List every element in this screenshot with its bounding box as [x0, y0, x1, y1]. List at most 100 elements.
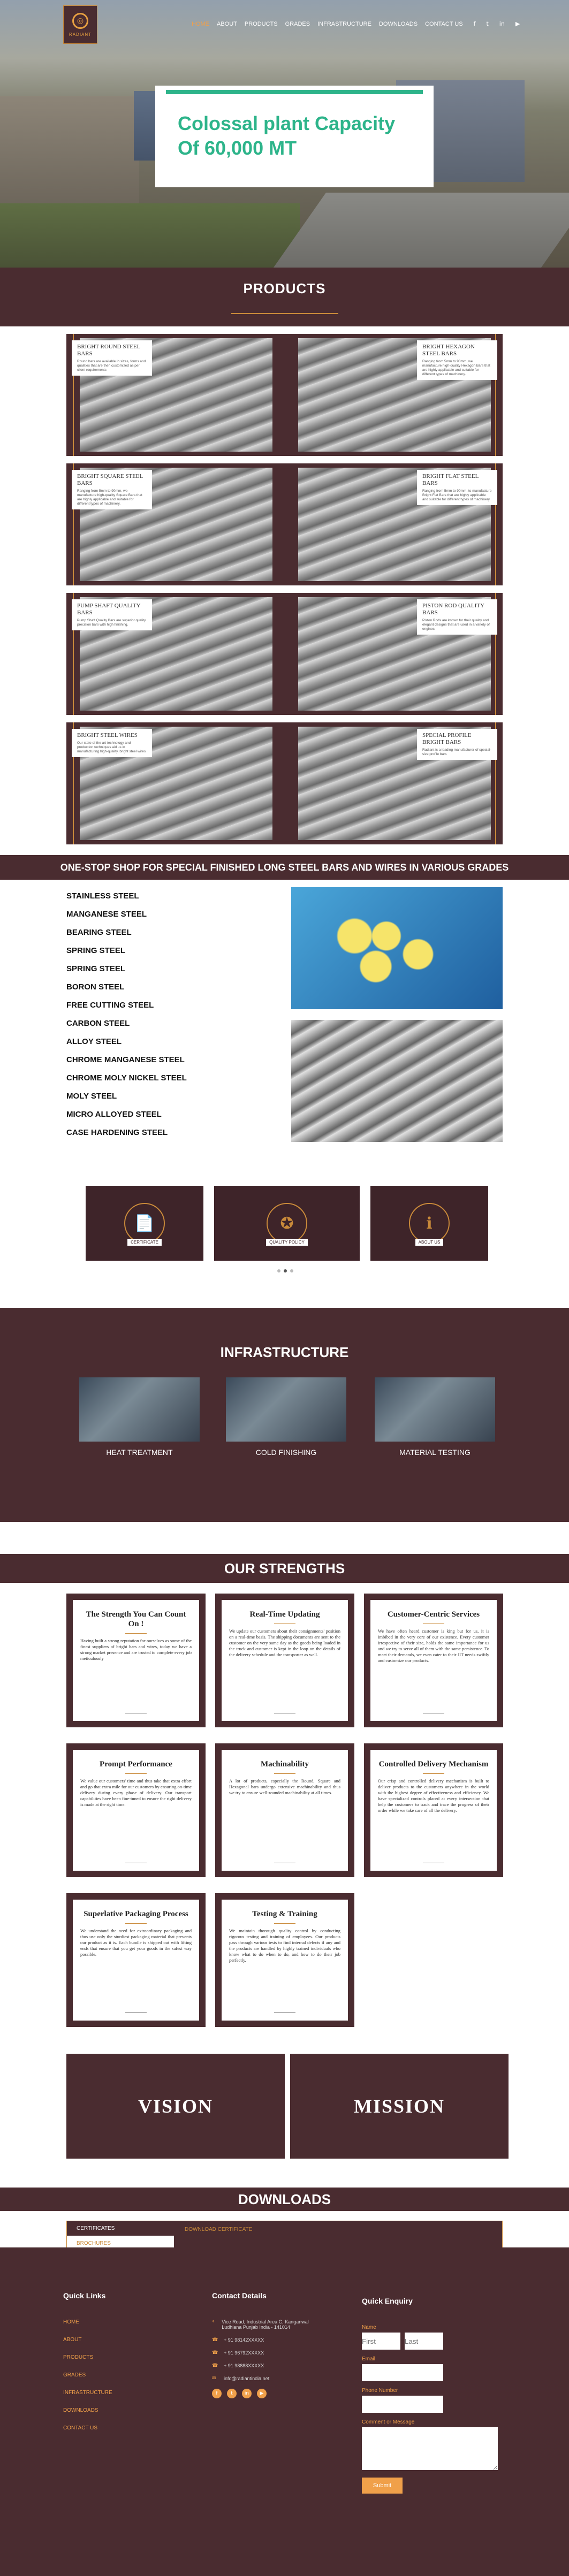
strength-card: Superlative Packaging Process We understa…	[66, 1893, 206, 2027]
product-desc: Ranging from 5mm to 90mm, to manufacture…	[422, 489, 492, 501]
footer-link-grades[interactable]: GRADES	[63, 2372, 112, 2378]
grade-item[interactable]: MICRO ALLOYED STEEL	[66, 1106, 187, 1124]
product-card[interactable]: BRIGHT SQUARE STEEL BARS Ranging from 5mm…	[66, 463, 285, 585]
nav-downloads[interactable]: DOWNLOADS	[379, 21, 418, 27]
email-input[interactable]	[362, 2364, 443, 2381]
grade-item[interactable]: MANGANESE STEEL	[66, 905, 187, 924]
twitter-icon[interactable]: t	[486, 20, 488, 27]
certificate-slide[interactable]: 📄 CERTIFICATE	[86, 1186, 203, 1261]
product-desc: Pump Shaft Quality Bars are superior qua…	[77, 619, 146, 627]
hero-ground	[0, 203, 300, 268]
footer-link-contact[interactable]: CONTACT US	[63, 2425, 112, 2431]
grade-item[interactable]: MOLY STEEL	[66, 1087, 187, 1106]
product-title: PUMP SHAFT QUALITY BARS	[77, 603, 141, 616]
vision-box[interactable]: VISION	[66, 2054, 285, 2159]
address-text: Vice Road, Industrial Area C, Kanganwal …	[222, 2319, 309, 2330]
download-certificate-link[interactable]: DOWNLOAD CERTIFICATE	[185, 2227, 252, 2232]
footer-socials: f t in ▶	[212, 2389, 330, 2398]
facebook-icon[interactable]: f	[212, 2389, 222, 2398]
onestop-title: ONE-STOP SHOP FOR SPECIAL FINISHED LONG …	[60, 862, 509, 873]
strength-text: Having built a strong reputation for our…	[80, 1638, 192, 1661]
grade-item[interactable]: CASE HARDENING STEEL	[66, 1124, 187, 1142]
submit-button[interactable]: Submit	[362, 2478, 403, 2494]
infrastructure-section: INFRASTRUCTURE HEAT TREATMENT COLD FINIS…	[0, 1308, 569, 1522]
footer-link-downloads[interactable]: DOWNLOADS	[63, 2407, 112, 2413]
site-logo[interactable]: ◎ RADIANT	[63, 5, 97, 44]
nav-infrastructure[interactable]: INFRASTRUCTURE	[317, 21, 371, 27]
main-nav: HOME ABOUT PRODUCTS GRADES INFRASTRUCTUR…	[192, 20, 520, 27]
strength-card: Real-Time Updating We update our customer…	[215, 1594, 354, 1727]
grade-item[interactable]: CHROME MANGANESE STEEL	[66, 1051, 187, 1069]
grade-item[interactable]: FREE CUTTING STEEL	[66, 996, 187, 1015]
contact-phone[interactable]: ☎ + 91 98142XXXXX	[212, 2337, 330, 2343]
slider-dot[interactable]	[284, 1269, 287, 1272]
comment-textarea[interactable]	[362, 2427, 498, 2470]
grade-item[interactable]: SPRING STEEL	[66, 960, 187, 978]
nav-contact[interactable]: CONTACT US	[425, 21, 463, 27]
youtube-icon[interactable]: ▶	[257, 2389, 267, 2398]
footer-link-products[interactable]: PRODUCTS	[63, 2354, 112, 2360]
strength-text: We maintain thorough quality control by …	[229, 1928, 340, 1963]
product-card[interactable]: BRIGHT HEXAGON STEEL BARS Ranging from 5m…	[284, 334, 503, 456]
grade-item[interactable]: BEARING STEEL	[66, 924, 187, 942]
grade-item[interactable]: SPRING STEEL	[66, 942, 187, 960]
infra-item[interactable]: COLD FINISHING	[226, 1377, 346, 1457]
hero-accent-bar	[166, 90, 423, 94]
phone-input[interactable]	[362, 2396, 443, 2413]
last-name-input[interactable]	[405, 2333, 443, 2350]
strength-divider	[274, 1923, 295, 1924]
slider-dot[interactable]	[290, 1269, 293, 1272]
email-icon: ✉	[212, 2376, 216, 2381]
grade-item[interactable]: STAINLESS STEEL	[66, 887, 187, 905]
infra-image	[375, 1377, 495, 1442]
footer-link-infrastructure[interactable]: INFRASTRUCTURE	[63, 2390, 112, 2396]
product-card[interactable]: BRIGHT STEEL WIRES Our state of the art t…	[66, 722, 285, 844]
strength-card: Machinability A lot of products, especial…	[215, 1743, 354, 1877]
grade-item[interactable]: CHROME MOLY NICKEL STEEL	[66, 1069, 187, 1087]
nav-products[interactable]: PRODUCTS	[245, 21, 278, 27]
products-title: PRODUCTS	[243, 280, 326, 296]
strength-divider	[274, 1773, 295, 1774]
vision-label: VISION	[138, 2095, 214, 2117]
infra-item[interactable]: HEAT TREATMENT	[79, 1377, 200, 1457]
facebook-icon[interactable]: f	[474, 20, 476, 27]
certificate-slide[interactable]: ✪ QUALITY POLICY	[214, 1186, 360, 1261]
grades-section: STAINLESS STEEL MANGANESE STEEL BEARING ST…	[0, 880, 569, 1169]
linkedin-icon[interactable]: in	[242, 2389, 252, 2398]
youtube-icon[interactable]: ▶	[515, 20, 520, 27]
nav-grades[interactable]: GRADES	[285, 21, 310, 27]
contact-phone[interactable]: ☎ + 91 98888XXXXX	[212, 2363, 330, 2368]
contact-phone[interactable]: ☎ + 91 96792XXXXX	[212, 2350, 330, 2356]
linkedin-icon[interactable]: in	[499, 20, 505, 27]
product-card[interactable]: BRIGHT ROUND STEEL BARS Round bars are av…	[66, 334, 285, 456]
product-desc: Our state of the art technology and prod…	[77, 741, 146, 753]
slider-dot[interactable]	[277, 1269, 280, 1272]
grade-item[interactable]: ALLOY STEEL	[66, 1033, 187, 1051]
grade-item[interactable]: CARBON STEEL	[66, 1015, 187, 1033]
footer-link-about[interactable]: ABOUT	[63, 2337, 112, 2343]
product-card[interactable]: PUMP SHAFT QUALITY BARS Pump Shaft Qualit…	[66, 593, 285, 715]
strength-card-inner: Customer-Centric Services We have often h…	[370, 1600, 497, 1721]
twitter-icon[interactable]: t	[227, 2389, 237, 2398]
strength-text: We understand the need for extraordinary…	[80, 1928, 192, 1957]
first-name-input[interactable]	[362, 2333, 400, 2350]
strength-text: We value our customers' time and thus ta…	[80, 1778, 192, 1807]
phone-text: + 91 96792XXXXX	[224, 2350, 264, 2356]
slide-label: QUALITY POLICY	[266, 1239, 308, 1246]
phone-row	[362, 2396, 498, 2413]
product-card[interactable]: SPECIAL PROFILE BRIGHT BARS Radiant is a …	[284, 722, 503, 844]
strengths-title: OUR STRENGTHS	[224, 1560, 345, 1576]
contact-email[interactable]: ✉ info@radiantindia.net	[212, 2376, 330, 2381]
grades-list: STAINLESS STEEL MANGANESE STEEL BEARING ST…	[66, 887, 187, 1142]
slide-label: CERTIFICATE	[127, 1239, 162, 1246]
tab-certificates[interactable]: CERTIFICATES	[67, 2221, 174, 2236]
footer-link-home[interactable]: HOME	[63, 2319, 112, 2325]
infra-item[interactable]: MATERIAL TESTING	[375, 1377, 495, 1457]
nav-home[interactable]: HOME	[192, 21, 209, 27]
product-card[interactable]: PISTON ROD QUALITY BARS Piston Rods are k…	[284, 593, 503, 715]
certificate-slide[interactable]: ℹ ABOUT US	[370, 1186, 488, 1261]
grade-item[interactable]: BORON STEEL	[66, 978, 187, 996]
product-card[interactable]: BRIGHT FLAT STEEL BARS Ranging from 5mm t…	[284, 463, 503, 585]
nav-about[interactable]: ABOUT	[217, 21, 237, 27]
mission-box[interactable]: MISSION	[290, 2054, 509, 2159]
